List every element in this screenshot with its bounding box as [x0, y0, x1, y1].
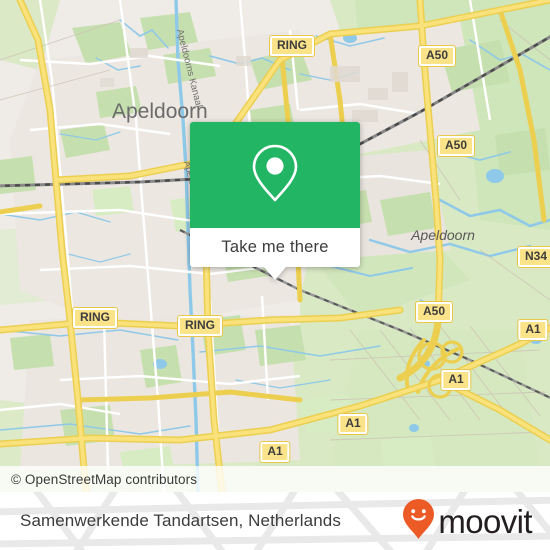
popup-image-panel [190, 122, 360, 228]
moovit-smiley-pin-icon [402, 498, 435, 545]
road-shield: A1 [337, 413, 369, 435]
place-name-label: Samenwerkende Tandartsen, Netherlands [20, 511, 341, 530]
popup-pointer [264, 267, 286, 280]
road-shield: RING [72, 307, 118, 329]
take-me-there-label: Take me there [221, 238, 329, 256]
take-me-there-button[interactable]: Take me there [190, 228, 360, 267]
road-shield: A50 [417, 45, 457, 67]
road-shield: A1 [517, 319, 549, 341]
moovit-logo[interactable]: moovit [402, 498, 533, 545]
road-shield: N34 [516, 246, 550, 268]
road-shield: A50 [436, 135, 476, 157]
road-shield: A50 [414, 301, 454, 323]
location-pin-icon [249, 142, 301, 209]
attribution-text: © OpenStreetMap contributors [11, 471, 198, 487]
road-shield: RING [269, 35, 315, 57]
location-popup-card[interactable]: Take me there [190, 122, 360, 280]
moovit-wordmark: moovit [438, 502, 532, 540]
footer-bar: Samenwerkende Tandartsen, Netherlands mo… [0, 492, 550, 550]
road-shield: A1 [259, 441, 291, 463]
road-shield: A1 [440, 369, 472, 391]
map-label-city-secondary: Apeldoorn [410, 227, 475, 243]
map-attribution-bar: © OpenStreetMap contributors [0, 466, 550, 492]
road-shield: RING [177, 315, 223, 337]
map-screenshot: Apeldoorn Apeldoorn Apeldoorns Kanaal Ap… [0, 0, 550, 550]
